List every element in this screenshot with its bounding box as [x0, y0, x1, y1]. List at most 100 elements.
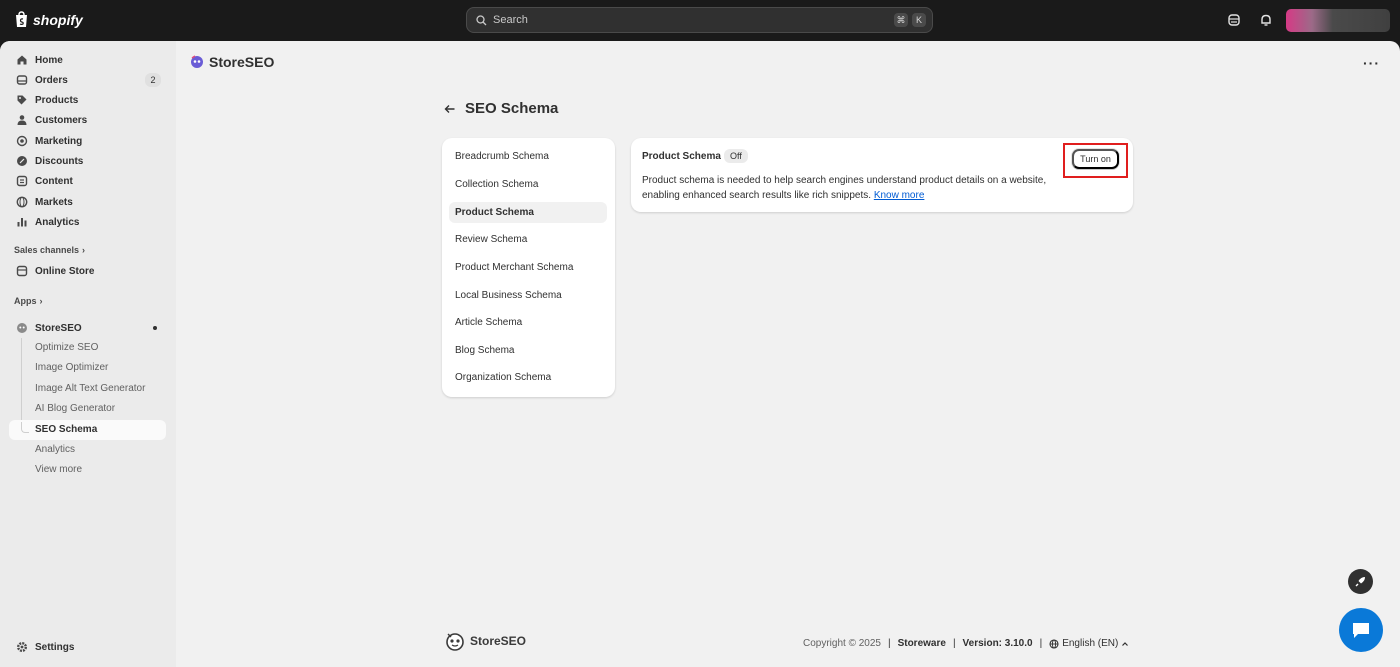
globe-icon: [1049, 638, 1059, 649]
sidebar-subitem-image-alt-text-generator[interactable]: Image Alt Text Generator: [9, 379, 166, 399]
app-pin-dot: [153, 326, 157, 330]
content-icon: [16, 175, 28, 187]
bell-icon[interactable]: [1259, 13, 1273, 27]
sidebar-subitem-label: Image Optimizer: [35, 362, 109, 373]
sidebar-subitem-ai-blog-generator[interactable]: AI Blog Generator: [9, 399, 166, 419]
tree-hook: [21, 422, 29, 433]
brand-name: shopify: [33, 11, 83, 28]
sidebar-item-analytics[interactable]: Analytics: [9, 212, 166, 232]
sidebar-item-orders[interactable]: Orders 2: [9, 70, 166, 90]
sidebar-subitem-image-optimizer[interactable]: Image Optimizer: [9, 358, 166, 378]
store-avatar[interactable]: [1286, 9, 1390, 32]
sidebar-subitem-label: SEO Schema: [35, 424, 98, 435]
chat-button[interactable]: [1339, 608, 1383, 652]
globe-icon: [16, 196, 28, 208]
card-description: Product schema is needed to help search …: [642, 173, 1062, 203]
language-label: English (EN): [1062, 638, 1119, 649]
schema-item-local-business[interactable]: Local Business Schema: [449, 285, 607, 306]
more-actions-icon[interactable]: ···: [1363, 55, 1380, 71]
chevron-right-icon: ›: [82, 245, 86, 255]
sidebar-item-storeseo[interactable]: StoreSEO: [9, 318, 166, 338]
schema-item-breadcrumb[interactable]: Breadcrumb Schema: [449, 146, 607, 167]
rocket-icon: [1355, 577, 1365, 587]
sidebar: Home Orders 2 Products Customers Marketi…: [0, 41, 176, 667]
sidebar-subitem-view-more[interactable]: View more: [9, 460, 166, 480]
orders-count-badge: 2: [145, 73, 161, 87]
sidebar-item-label: Analytics: [35, 216, 80, 228]
storeseo-mascot-icon: [446, 633, 464, 651]
copyright: Copyright © 2025: [803, 638, 881, 649]
admin-frame: Home Orders 2 Products Customers Marketi…: [0, 41, 1400, 667]
schema-item-review[interactable]: Review Schema: [449, 229, 607, 250]
sidebar-item-home[interactable]: Home: [9, 50, 166, 70]
version: Version: 3.10.0: [962, 638, 1033, 649]
page-title: SEO Schema: [465, 100, 559, 117]
search-placeholder: Search: [493, 14, 528, 26]
sidebar-subitem-optimize-seo[interactable]: Optimize SEO: [9, 338, 166, 358]
storeseo-app-icon: [17, 323, 27, 333]
sidebar-subitem-label: View more: [35, 464, 83, 475]
schema-list: Breadcrumb Schema Collection Schema Prod…: [442, 138, 615, 397]
footer-logo-text: StoreSEO: [470, 634, 527, 648]
sidebar-item-marketing[interactable]: Marketing: [9, 131, 166, 151]
main-content: StoreSEO ··· SEO Schema Breadcrumb Schem…: [176, 41, 1400, 667]
schema-item-blog[interactable]: Blog Schema: [449, 340, 607, 361]
sidebar-item-settings[interactable]: Settings: [9, 637, 166, 657]
chevron-right-icon: ›: [39, 296, 43, 306]
sidebar-item-label: Discounts: [35, 155, 84, 167]
apps-header[interactable]: Apps ›: [14, 296, 43, 306]
sidebar-subitem-seo-schema[interactable]: SEO Schema: [9, 420, 166, 440]
turn-on-button[interactable]: Turn on: [1072, 149, 1119, 169]
sidebar-item-markets[interactable]: Markets: [9, 192, 166, 212]
sidebar-item-products[interactable]: Products: [9, 90, 166, 110]
tag-icon: [17, 95, 27, 105]
sidebar-item-label: Orders: [35, 74, 68, 86]
schema-item-collection[interactable]: Collection Schema: [449, 174, 607, 195]
discount-icon: [17, 156, 27, 166]
language-selector[interactable]: English (EN): [1049, 638, 1129, 649]
know-more-link[interactable]: Know more: [874, 190, 925, 201]
gear-icon: [17, 642, 27, 652]
app-header: StoreSEO: [190, 54, 274, 70]
shopify-bag-icon: [16, 11, 27, 27]
sidebar-subitem-label: AI Blog Generator: [35, 403, 116, 414]
sidebar-item-content[interactable]: Content: [9, 171, 166, 191]
storefront-icon: [16, 265, 28, 277]
schema-item-organization[interactable]: Organization Schema: [449, 367, 607, 388]
rocket-button[interactable]: [1348, 569, 1373, 594]
person-icon: [17, 115, 27, 125]
storeseo-logo-icon: [191, 55, 203, 68]
sidebar-item-label: Content: [35, 175, 73, 187]
sidebar-item-label: Online Store: [35, 265, 95, 277]
storefront-icon[interactable]: [1227, 13, 1241, 27]
sidebar-subitem-analytics[interactable]: Analytics: [9, 440, 166, 460]
page-header: SEO Schema: [444, 100, 558, 117]
search-bar[interactable]: Search ⌘ K: [466, 7, 933, 33]
schema-item-product-merchant[interactable]: Product Merchant Schema: [449, 257, 607, 278]
card-title: Product Schema: [642, 151, 721, 162]
chevron-up-icon: [1122, 641, 1129, 646]
top-bar: shopify Search ⌘ K: [0, 0, 1400, 41]
home-icon: [17, 55, 27, 65]
sidebar-item-discounts[interactable]: Discounts: [9, 151, 166, 171]
orders-icon: [16, 75, 28, 85]
footer-info: Copyright © 2025 | Storeware | Version: …: [803, 638, 1129, 649]
sidebar-item-label: Home: [35, 54, 63, 66]
company-link[interactable]: Storeware: [898, 638, 946, 649]
sidebar-item-label: StoreSEO: [35, 322, 82, 334]
back-arrow-icon[interactable]: [444, 103, 456, 115]
sidebar-subitem-label: Analytics: [35, 444, 76, 455]
sidebar-subitem-label: Image Alt Text Generator: [35, 383, 146, 394]
schema-item-article[interactable]: Article Schema: [449, 312, 607, 333]
chat-bubble-icon: [1353, 623, 1369, 638]
shortcut-cmd: ⌘: [894, 13, 908, 27]
product-schema-card: Product Schema Off Product schema is nee…: [631, 138, 1133, 212]
shopify-logo[interactable]: shopify: [14, 11, 83, 28]
shortcut-key: K: [912, 13, 926, 27]
sidebar-item-online-store[interactable]: Online Store: [9, 261, 166, 281]
sidebar-item-customers[interactable]: Customers: [9, 110, 166, 130]
schema-item-product[interactable]: Product Schema: [449, 202, 607, 223]
bar-chart-icon: [17, 218, 27, 227]
sidebar-item-label: Settings: [35, 641, 75, 653]
sales-channels-header[interactable]: Sales channels ›: [14, 245, 85, 255]
